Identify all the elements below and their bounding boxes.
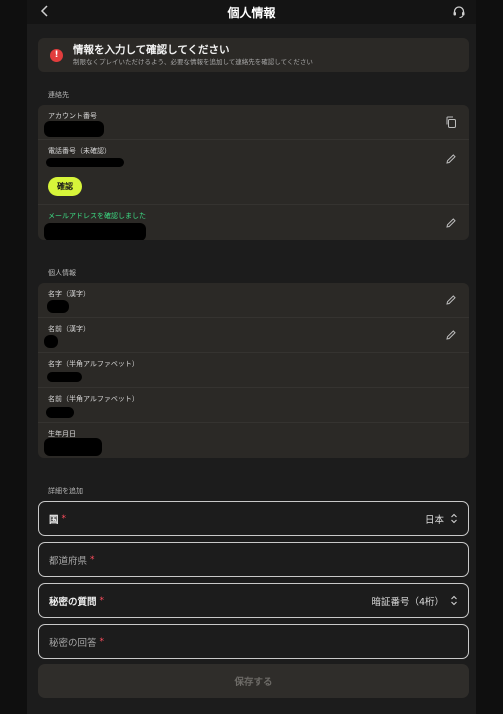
email-verified-label: メールアドレスを確認しました — [48, 212, 146, 220]
support-button[interactable] — [450, 3, 468, 21]
country-label: 国 — [49, 514, 59, 526]
contact-card: アカウント番号 電話番号（未確認） 確認 メールアドレスを確認しました — [38, 105, 469, 240]
chevron-up-down-icon — [451, 513, 457, 524]
redacted-account-number — [44, 121, 104, 137]
copy-button[interactable] — [445, 116, 457, 128]
redacted-first-name-alpha — [46, 407, 74, 418]
email-row: メールアドレスを確認しました — [38, 205, 469, 240]
last-name-alpha-label: 名字（半角アルファベット） — [48, 360, 139, 368]
exclamation-icon: ! — [50, 48, 63, 62]
headset-icon — [453, 6, 465, 18]
personal-section-label: 個人情報 — [48, 269, 76, 277]
secret-answer-placeholder: 秘密の回答 — [49, 637, 97, 649]
last-name-alpha-row: 名字（半角アルファベット） — [38, 353, 469, 388]
last-name-kanji-label: 名字（漢字） — [48, 290, 90, 298]
first-name-alpha-row: 名前（半角アルファベット） — [38, 388, 469, 423]
details-section-label: 詳細を追加 — [48, 487, 83, 495]
first-name-alpha-label: 名前（半角アルファベット） — [48, 395, 139, 403]
required-mark: * — [61, 513, 67, 524]
chevron-left-icon — [40, 5, 48, 17]
secret-question-select[interactable]: 秘密の質問 * 暗証番号（4桁） — [38, 583, 469, 618]
alert-subtitle: 制限なくプレイいただけるよう、必要な情報を追加して連絡先を確認してください — [73, 57, 313, 66]
required-mark: * — [99, 595, 105, 606]
country-value: 日本 — [424, 514, 444, 526]
edit-last-name-kanji-button[interactable] — [445, 294, 457, 306]
redacted-last-name-alpha — [47, 372, 82, 382]
top-bar: 個人情報 — [27, 0, 476, 24]
redacted-first-name-kanji — [44, 335, 58, 348]
prefecture-placeholder: 都道府県 — [49, 555, 88, 567]
first-name-kanji-row: 名前（漢字） — [38, 318, 469, 353]
personal-info-card: 名字（漢字） 名前（漢字） 名字（半角アルファベット） 名前（半角アルファベット… — [38, 283, 469, 458]
account-number-row: アカウント番号 — [38, 105, 469, 140]
secret-question-value: 暗証番号（4桁） — [371, 596, 444, 608]
edit-phone-button[interactable] — [445, 153, 457, 165]
chevron-up-down-icon — [451, 595, 457, 606]
redacted-phone-number — [46, 158, 124, 167]
required-mark: * — [99, 636, 105, 647]
confirm-phone-button[interactable]: 確認 — [48, 177, 82, 196]
birthdate-row: 生年月日 — [38, 423, 469, 458]
contact-section-label: 連絡先 — [48, 91, 69, 99]
pencil-icon — [446, 218, 456, 228]
alert-title: 情報を入力して確認してください — [73, 43, 230, 56]
required-mark: * — [90, 554, 95, 565]
edit-email-button[interactable] — [445, 217, 457, 229]
back-button[interactable] — [37, 3, 53, 19]
redacted-last-name-kanji — [47, 300, 69, 313]
pencil-icon — [446, 330, 456, 340]
phone-row: 電話番号（未確認） 確認 — [38, 140, 469, 205]
personal-info-screen: 個人情報 ! 情報を入力して確認してください 制限なくプレイいただけるよう、必要… — [27, 0, 476, 714]
phone-label: 電話番号（未確認） — [48, 147, 111, 155]
last-name-kanji-row: 名字（漢字） — [38, 283, 469, 318]
redacted-birthdate — [44, 438, 102, 456]
copy-icon — [446, 116, 456, 128]
redacted-email — [44, 223, 146, 240]
country-select[interactable]: 国 * 日本 — [38, 501, 469, 536]
page-title: 個人情報 — [227, 5, 276, 20]
account-number-label: アカウント番号 — [48, 112, 97, 120]
left-backdrop — [0, 0, 27, 714]
first-name-kanji-label: 名前（漢字） — [48, 325, 90, 333]
edit-first-name-kanji-button[interactable] — [445, 329, 457, 341]
verification-alert: ! 情報を入力して確認してください 制限なくプレイいただけるよう、必要な情報を追… — [38, 38, 469, 72]
save-button[interactable]: 保存する — [38, 664, 469, 698]
secret-question-label: 秘密の質問 — [49, 596, 97, 608]
pencil-icon — [446, 295, 456, 305]
pencil-icon — [446, 154, 456, 164]
secret-answer-field[interactable]: 秘密の回答 * — [38, 624, 469, 659]
prefecture-field[interactable]: 都道府県 * — [38, 542, 469, 577]
right-backdrop — [476, 0, 503, 714]
